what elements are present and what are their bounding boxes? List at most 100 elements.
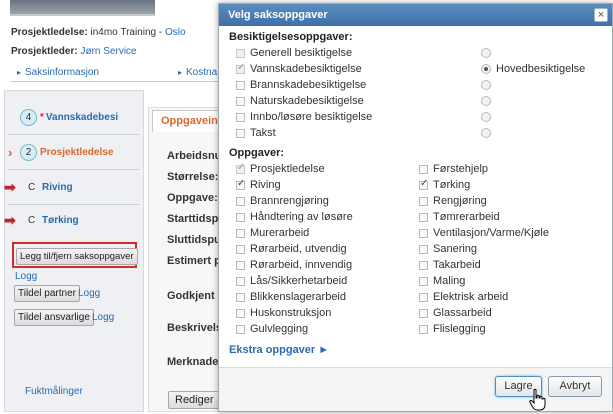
field-label: Estimert partnerbu xyxy=(167,255,225,267)
task-checkbox-row[interactable]: Flislegging xyxy=(419,321,604,337)
task-checkbox-row[interactable]: Rørarbeid, innvendig xyxy=(236,257,421,273)
checkbox[interactable] xyxy=(236,292,245,302)
checkbox[interactable] xyxy=(236,228,245,238)
task-checkbox-row[interactable]: Ventilasjon/Varme/Kjøle xyxy=(419,225,604,241)
task-checkbox-row[interactable]: Rørarbeid, utvendig xyxy=(236,241,421,257)
tab-oppgaveinfo[interactable]: Oppgaveinfo xyxy=(152,110,222,132)
task-label: Generell besiktigelse xyxy=(250,47,353,59)
task-checkbox-row[interactable]: Takst xyxy=(236,125,476,141)
checkbox[interactable] xyxy=(419,212,428,222)
radio[interactable] xyxy=(481,112,491,122)
hovedbesiktigelse-radio-row[interactable] xyxy=(481,93,601,109)
checkbox[interactable] xyxy=(419,244,428,254)
task-checkbox-row[interactable]: Brannrengjøring xyxy=(236,193,421,209)
tab-saksinformasjon[interactable]: ▸ Saksinformasjon xyxy=(17,67,99,78)
checkbox[interactable] xyxy=(419,292,428,302)
checkbox[interactable] xyxy=(236,276,245,286)
step-prosjektledelse[interactable]: › 2 Prosjektledelse xyxy=(8,135,140,169)
oslo-link[interactable]: Oslo xyxy=(165,27,186,38)
task-checkbox-row[interactable]: Riving xyxy=(236,177,421,193)
step-vannskadebesiktigelse[interactable]: 4 * Vannskadebesi xyxy=(8,100,140,134)
hovedbesiktigelse-radio-row[interactable]: Hovedbesiktigelse xyxy=(481,61,601,77)
radio[interactable] xyxy=(481,48,491,58)
fuktmalinger-link[interactable]: Fuktmålinger xyxy=(25,386,83,397)
checkbox[interactable] xyxy=(236,96,245,106)
task-checkbox-row[interactable]: Håndtering av løsøre xyxy=(236,209,421,225)
task-checkbox-row[interactable]: Elektrisk arbeid xyxy=(419,289,604,305)
task-checkbox-row[interactable]: Murerarbeid xyxy=(236,225,421,241)
task-checkbox-row[interactable]: Rengjøring xyxy=(419,193,604,209)
ekstra-oppgaver-link[interactable]: Ekstra oppgaver ► xyxy=(229,344,329,356)
field-label: Starttidsp xyxy=(167,213,219,225)
step-label: Prosjektledelse xyxy=(40,146,114,158)
task-checkbox-row[interactable]: Blikkenslagerarbeid xyxy=(236,289,421,305)
step-label: Vannskadebesi xyxy=(45,111,119,123)
task-checkbox-row[interactable]: Prosjektledelse xyxy=(236,161,421,177)
task-checkbox-row[interactable]: Glassarbeid xyxy=(419,305,604,321)
radio[interactable] xyxy=(481,128,491,138)
task-checkbox-row[interactable]: Takarbeid xyxy=(419,257,604,273)
radio-selected[interactable] xyxy=(481,64,491,74)
task-checkbox-row[interactable]: Gulvlegging xyxy=(236,321,421,337)
avbryt-button[interactable]: Avbryt xyxy=(548,376,602,397)
checkbox[interactable] xyxy=(419,164,428,174)
checkbox-checked[interactable] xyxy=(236,178,245,190)
task-checkbox-row[interactable]: Sanering xyxy=(419,241,604,257)
task-checkbox-row[interactable]: Brannskadebesiktigelse xyxy=(236,77,476,93)
checkbox-checked[interactable] xyxy=(419,178,428,190)
task-checkbox-row[interactable]: Innbo/løsøre besiktigelse xyxy=(236,109,476,125)
task-checkbox-row[interactable]: Tømrerarbeid xyxy=(419,209,604,225)
checkbox[interactable] xyxy=(236,308,245,318)
hovedbesiktigelse-radio-row[interactable] xyxy=(481,77,601,93)
separator: - xyxy=(156,27,165,38)
checkbox[interactable] xyxy=(419,228,428,238)
task-checkbox-row[interactable]: Generell besiktigelse xyxy=(236,45,476,61)
logg-link[interactable]: Logg xyxy=(78,288,100,299)
rediger-button[interactable]: Rediger xyxy=(168,391,221,409)
task-checkbox-row[interactable]: Tørking xyxy=(419,177,604,193)
hovedbesiktigelse-radio-row[interactable] xyxy=(481,45,601,61)
checkbox[interactable] xyxy=(236,212,245,222)
checkbox[interactable] xyxy=(419,276,428,286)
legg-til-fjern-saksoppgaver-button[interactable]: Legg til/fjern saksoppgaver xyxy=(16,248,138,265)
radio[interactable] xyxy=(481,80,491,90)
prosjektleder-link[interactable]: Jørn Service xyxy=(80,46,136,57)
oppgaver-list-left: Prosjektledelse Riving Brannrengjøring Hånd… xyxy=(236,161,421,337)
radio[interactable] xyxy=(481,96,491,106)
task-checkbox-row[interactable]: Naturskadebesiktigelse xyxy=(236,93,476,109)
red-arrow-icon: ➡ xyxy=(4,211,16,228)
logg-link[interactable]: Logg xyxy=(15,271,37,282)
step-letter: C xyxy=(28,214,36,226)
prosjektleder-label: Prosjektleder: xyxy=(11,46,78,57)
step-torking[interactable]: ➡ C Tørking xyxy=(4,203,136,237)
checkbox[interactable] xyxy=(419,260,428,270)
tab-kostnad[interactable]: ▸ Kostna xyxy=(178,67,217,78)
step-riving[interactable]: ➡ C Riving xyxy=(4,170,136,204)
task-label: Brannrengjøring xyxy=(250,195,329,207)
checkbox[interactable] xyxy=(419,308,428,318)
task-checkbox-row[interactable]: Maling xyxy=(419,273,604,289)
checkbox[interactable] xyxy=(236,260,245,270)
checkbox[interactable] xyxy=(236,112,245,122)
checkbox[interactable] xyxy=(236,80,245,90)
task-checkbox-row[interactable]: Vannskadebesiktigelse xyxy=(236,61,476,77)
step-letter: C xyxy=(28,181,36,193)
checkbox[interactable] xyxy=(236,244,245,254)
checkbox[interactable] xyxy=(419,196,428,206)
tildel-ansvarlige-button[interactable]: Tildel ansvarlige xyxy=(14,309,94,326)
close-icon[interactable]: × xyxy=(594,8,608,22)
hovedbesiktigelse-radio-row[interactable] xyxy=(481,109,601,125)
task-checkbox-row[interactable]: Huskonstruksjon xyxy=(236,305,421,321)
task-label: Brannskadebesiktigelse xyxy=(250,79,367,91)
tildel-partner-button[interactable]: Tildel partner xyxy=(14,285,80,302)
task-checkbox-row[interactable]: Lås/Sikkerhetarbeid xyxy=(236,273,421,289)
task-checkbox-row[interactable]: Førstehjelp xyxy=(419,161,604,177)
red-arrow-icon: ➡ xyxy=(4,178,16,195)
logg-link[interactable]: Logg xyxy=(92,312,114,323)
field-label: Merknade xyxy=(167,356,219,368)
checkbox[interactable] xyxy=(236,324,245,334)
checkbox[interactable] xyxy=(236,128,245,138)
checkbox[interactable] xyxy=(236,196,245,206)
checkbox[interactable] xyxy=(419,324,428,334)
hovedbesiktigelse-radio-row[interactable] xyxy=(481,125,601,141)
